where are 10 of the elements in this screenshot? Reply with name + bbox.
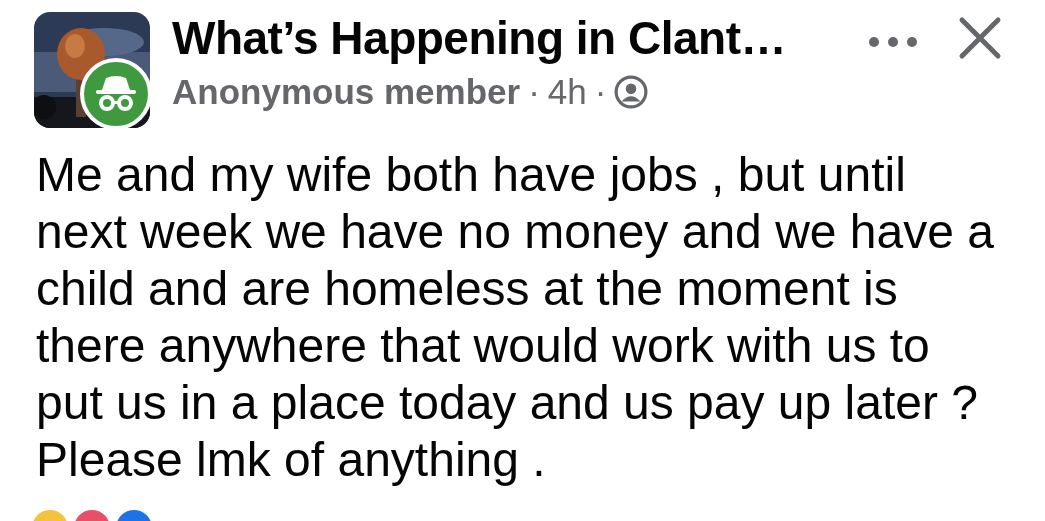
members-icon [614, 75, 649, 109]
separator: · [594, 72, 607, 112]
more-options-icon[interactable] [868, 36, 918, 48]
incognito-badge-icon [80, 58, 152, 130]
close-icon[interactable] [958, 16, 1002, 60]
group-name[interactable]: What’s Happening in Clant… [172, 11, 786, 65]
author-name[interactable]: Anonymous member [172, 72, 521, 112]
separator: · [528, 72, 540, 112]
post-time[interactable]: 4h [547, 72, 587, 112]
post-text: Me and my wife both have jobs , but until next week we have no money and we have a child and are homeless at the moment is there anywhere that would work with us to put us in a place today and us pay up later ? Please lmk of anything . [36, 147, 995, 488]
